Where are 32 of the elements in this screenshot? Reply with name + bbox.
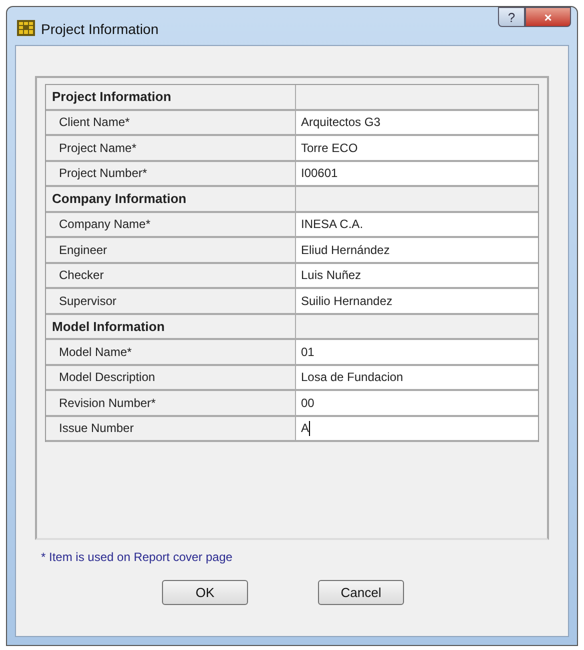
property-value[interactable]: Eliud Hernández — [296, 238, 538, 264]
property-value[interactable]: INESA C.A. — [296, 212, 538, 238]
property-label: Project Name* — [46, 136, 296, 162]
help-button[interactable]: ? — [498, 7, 525, 27]
property-value[interactable]: Suilio Hernandez — [296, 289, 538, 314]
section-header: Model Information — [46, 314, 296, 340]
window-title: Project Information — [41, 21, 158, 37]
property-value[interactable]: Luis Nuñez — [296, 264, 538, 289]
property-label: Checker — [46, 264, 296, 289]
property-value[interactable]: A — [296, 416, 538, 442]
property-label: Engineer — [46, 238, 296, 264]
property-label: Supervisor — [46, 289, 296, 314]
section-header: Project Information — [46, 85, 296, 110]
section-header: Company Information — [46, 187, 296, 212]
property-value[interactable]: Losa de Fundacion — [296, 366, 538, 391]
property-value[interactable]: 01 — [296, 340, 538, 366]
property-label: Project Number* — [46, 162, 296, 187]
footnote: * Item is used on Report cover page — [41, 550, 234, 564]
property-value[interactable]: 00 — [296, 391, 538, 416]
property-label: Company Name* — [46, 212, 296, 238]
property-label: Model Name* — [46, 340, 296, 366]
ok-button[interactable]: OK — [162, 580, 248, 605]
property-value[interactable]: Torre ECO — [296, 136, 538, 162]
cancel-button[interactable]: Cancel — [318, 580, 404, 605]
close-button[interactable]: × — [525, 7, 571, 27]
property-label: Model Description — [46, 366, 296, 391]
property-value[interactable]: Arquitectos G3 — [296, 110, 538, 136]
grid-icon — [17, 20, 35, 36]
property-value[interactable]: I00601 — [296, 162, 538, 187]
property-label: Client Name* — [46, 110, 296, 136]
property-label: Revision Number* — [46, 391, 296, 416]
property-label: Issue Number — [46, 416, 296, 442]
